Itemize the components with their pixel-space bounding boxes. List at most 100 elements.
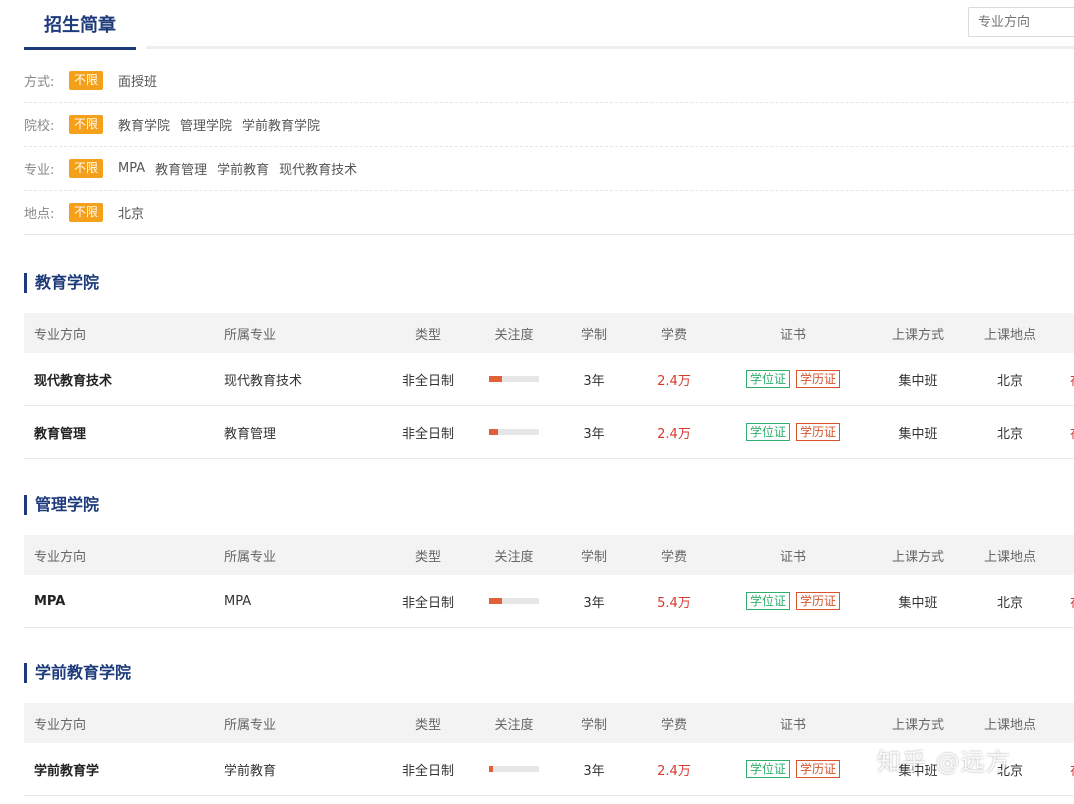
class-location: 北京 bbox=[996, 426, 1023, 442]
program-direction[interactable]: MPA bbox=[34, 575, 65, 627]
program-type: 非全日制 bbox=[401, 426, 454, 442]
class-location: 北京 bbox=[996, 373, 1023, 389]
col-attention-header: 关注度 bbox=[494, 717, 534, 733]
program-type: 非全日制 bbox=[401, 595, 454, 611]
col-direction-header: 专业方向 bbox=[34, 327, 87, 343]
certificates: 学位证 学历证 bbox=[736, 743, 850, 795]
attention-bar bbox=[479, 743, 549, 795]
col-location-header: 上课地点 bbox=[983, 549, 1036, 565]
col-class-way-header: 上课方式 bbox=[891, 549, 944, 565]
program-direction[interactable]: 现代教育技术 bbox=[34, 353, 112, 405]
attention-bar-fill bbox=[489, 766, 493, 772]
attention-bar-track bbox=[489, 376, 539, 382]
section-title: 管理学院 bbox=[24, 495, 1074, 515]
filter-all-tag[interactable]: 不限 bbox=[69, 115, 104, 134]
filter-row-method: 方式: 不限 面授班 bbox=[24, 59, 1074, 103]
consult-link[interactable]: 在 bbox=[1070, 575, 1074, 627]
filter-panel: 方式: 不限 面授班 院校: 不限 教育学院 管理学院 学前教育学院 专业: 不… bbox=[24, 59, 1074, 235]
diploma-certificate-badge: 学历证 bbox=[796, 592, 841, 610]
program-section: 管理学院 专业方向 所属专业 类型 关注度 学制 学费 证书 上课方式 上课地点 MPA MPA 非全日… bbox=[24, 495, 1074, 628]
degree-certificate-badge: 学位证 bbox=[745, 423, 790, 441]
filter-option[interactable]: 面授班 bbox=[118, 71, 157, 90]
program-fee: 2.4万 bbox=[657, 373, 691, 389]
table-row[interactable]: 现代教育技术 现代教育技术 非全日制 3年 2.4万 学位证学历证 集中班 北京 在 bbox=[24, 353, 1074, 406]
attention-bar-fill bbox=[489, 598, 502, 604]
program-duration: 3年 bbox=[583, 426, 605, 442]
col-fee-header: 学费 bbox=[660, 717, 687, 733]
col-class-way-header: 上课方式 bbox=[891, 717, 944, 733]
certificates: 学位证 学历证 bbox=[736, 353, 850, 405]
col-class-way-header: 上课方式 bbox=[891, 327, 944, 343]
attention-bar bbox=[479, 406, 549, 458]
col-system-header: 学制 bbox=[580, 549, 607, 565]
col-certificate-header: 证书 bbox=[779, 327, 806, 343]
page-title[interactable]: 招生简章 bbox=[24, 0, 136, 50]
table-header: 专业方向 所属专业 类型 关注度 学制 学费 证书 上课方式 上课地点 bbox=[24, 535, 1074, 575]
filter-label: 院校: bbox=[24, 119, 55, 134]
col-certificate-header: 证书 bbox=[779, 717, 806, 733]
program-type: 非全日制 bbox=[401, 763, 454, 779]
section-title: 教育学院 bbox=[24, 273, 1074, 293]
program-section: 学前教育学院 专业方向 所属专业 类型 关注度 学制 学费 证书 上课方式 上课地点 学前教育学 学前… bbox=[24, 663, 1074, 796]
col-type-header: 类型 bbox=[414, 717, 441, 733]
search-input[interactable] bbox=[968, 7, 1074, 37]
table-header: 专业方向 所属专业 类型 关注度 学制 学费 证书 上课方式 上课地点 bbox=[24, 313, 1074, 353]
program-major: MPA bbox=[224, 593, 252, 609]
consult-link[interactable]: 在 bbox=[1070, 353, 1074, 405]
program-fee: 2.4万 bbox=[657, 763, 691, 779]
program-duration: 3年 bbox=[583, 373, 605, 389]
attention-bar bbox=[479, 575, 549, 627]
degree-certificate-badge: 学位证 bbox=[745, 370, 790, 388]
col-direction-header: 专业方向 bbox=[34, 717, 87, 733]
consult-link[interactable]: 在 bbox=[1070, 743, 1074, 795]
filter-all-tag[interactable]: 不限 bbox=[69, 203, 104, 222]
filter-option[interactable]: 现代教育技术 bbox=[279, 159, 357, 178]
program-duration: 3年 bbox=[583, 763, 605, 779]
section-title: 学前教育学院 bbox=[24, 663, 1074, 683]
attention-bar-fill bbox=[489, 376, 502, 382]
class-location: 北京 bbox=[996, 763, 1023, 779]
diploma-certificate-badge: 学历证 bbox=[796, 370, 841, 388]
filter-all-tag[interactable]: 不限 bbox=[69, 71, 104, 90]
filter-option[interactable]: MPA bbox=[118, 161, 145, 176]
program-direction[interactable]: 教育管理 bbox=[34, 406, 86, 458]
program-direction[interactable]: 学前教育学 bbox=[34, 743, 99, 795]
table-row[interactable]: 学前教育学 学前教育 非全日制 3年 2.4万 学位证学历证 集中班 北京 在 bbox=[24, 743, 1074, 796]
col-fee-header: 学费 bbox=[660, 549, 687, 565]
filter-all-tag[interactable]: 不限 bbox=[69, 159, 104, 178]
program-major: 现代教育技术 bbox=[224, 373, 303, 389]
col-certificate-header: 证书 bbox=[779, 549, 806, 565]
filter-option[interactable]: 学前教育学院 bbox=[242, 115, 320, 134]
program-major: 教育管理 bbox=[224, 426, 277, 442]
filter-option[interactable]: 教育学院 bbox=[118, 115, 170, 134]
program-section: 教育学院 专业方向 所属专业 类型 关注度 学制 学费 证书 上课方式 上课地点 现代教育技术 现代教… bbox=[24, 273, 1074, 459]
col-major-header: 所属专业 bbox=[224, 717, 277, 733]
class-way: 集中班 bbox=[898, 595, 938, 611]
attention-bar-track bbox=[489, 766, 539, 772]
filter-option[interactable]: 学前教育 bbox=[217, 159, 269, 178]
col-location-header: 上课地点 bbox=[983, 327, 1036, 343]
col-fee-header: 学费 bbox=[660, 327, 687, 343]
col-type-header: 类型 bbox=[414, 327, 441, 343]
col-location-header: 上课地点 bbox=[983, 717, 1036, 733]
filter-option[interactable]: 北京 bbox=[118, 203, 144, 222]
certificates: 学位证 学历证 bbox=[736, 406, 850, 458]
consult-link[interactable]: 在 bbox=[1070, 406, 1074, 458]
filter-row-location: 地点: 不限 北京 bbox=[24, 191, 1074, 235]
filter-option[interactable]: 管理学院 bbox=[180, 115, 232, 134]
header-divider bbox=[146, 46, 1074, 49]
filter-label: 专业: bbox=[24, 163, 55, 178]
filter-option[interactable]: 教育管理 bbox=[155, 159, 207, 178]
col-major-header: 所属专业 bbox=[224, 327, 277, 343]
col-attention-header: 关注度 bbox=[494, 327, 534, 343]
table-row[interactable]: MPA MPA 非全日制 3年 5.4万 学位证学历证 集中班 北京 在 bbox=[24, 575, 1074, 628]
class-location: 北京 bbox=[996, 595, 1023, 611]
attention-bar bbox=[479, 353, 549, 405]
diploma-certificate-badge: 学历证 bbox=[796, 423, 841, 441]
program-fee: 2.4万 bbox=[657, 426, 691, 442]
table-row[interactable]: 教育管理 教育管理 非全日制 3年 2.4万 学位证学历证 集中班 北京 在 bbox=[24, 406, 1074, 459]
degree-certificate-badge: 学位证 bbox=[745, 760, 790, 778]
col-type-header: 类型 bbox=[414, 549, 441, 565]
filter-label: 方式: bbox=[24, 75, 55, 90]
class-way: 集中班 bbox=[898, 373, 938, 389]
